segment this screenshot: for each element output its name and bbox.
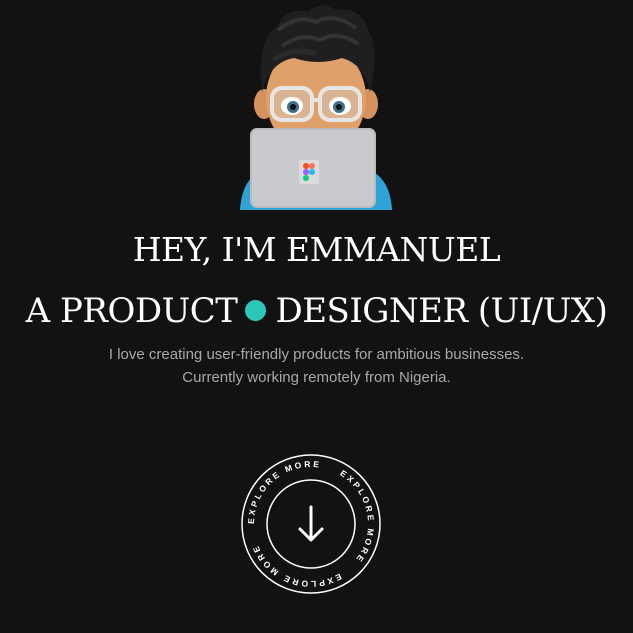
hero-intro: I love creating user-friendly products f…: [0, 343, 633, 389]
intro-line-2: Currently working remotely from Nigeria.: [182, 369, 451, 386]
arrow-down-icon: [298, 505, 324, 542]
hero-role-part1: A PRODUCT: [25, 291, 238, 331]
hero-role-part2: DESIGNER (UI/UX): [275, 291, 608, 331]
hero-greeting: HEY, I'M EMMANUEL: [132, 230, 501, 269]
explore-ring-text-2: EXPLORE MORE: [338, 468, 376, 566]
explore-more-button[interactable]: EXPLORE MORE EXPLORE MORE EXPLORE MORE: [240, 453, 382, 595]
avatar: [240, 5, 392, 210]
separator-dot: [245, 300, 267, 321]
intro-line-1: I love creating user-friendly products f…: [108, 346, 525, 363]
hero-role: A PRODUCT DESIGNER (UI/UX): [0, 288, 633, 334]
figma-logo-icon: [299, 160, 319, 184]
